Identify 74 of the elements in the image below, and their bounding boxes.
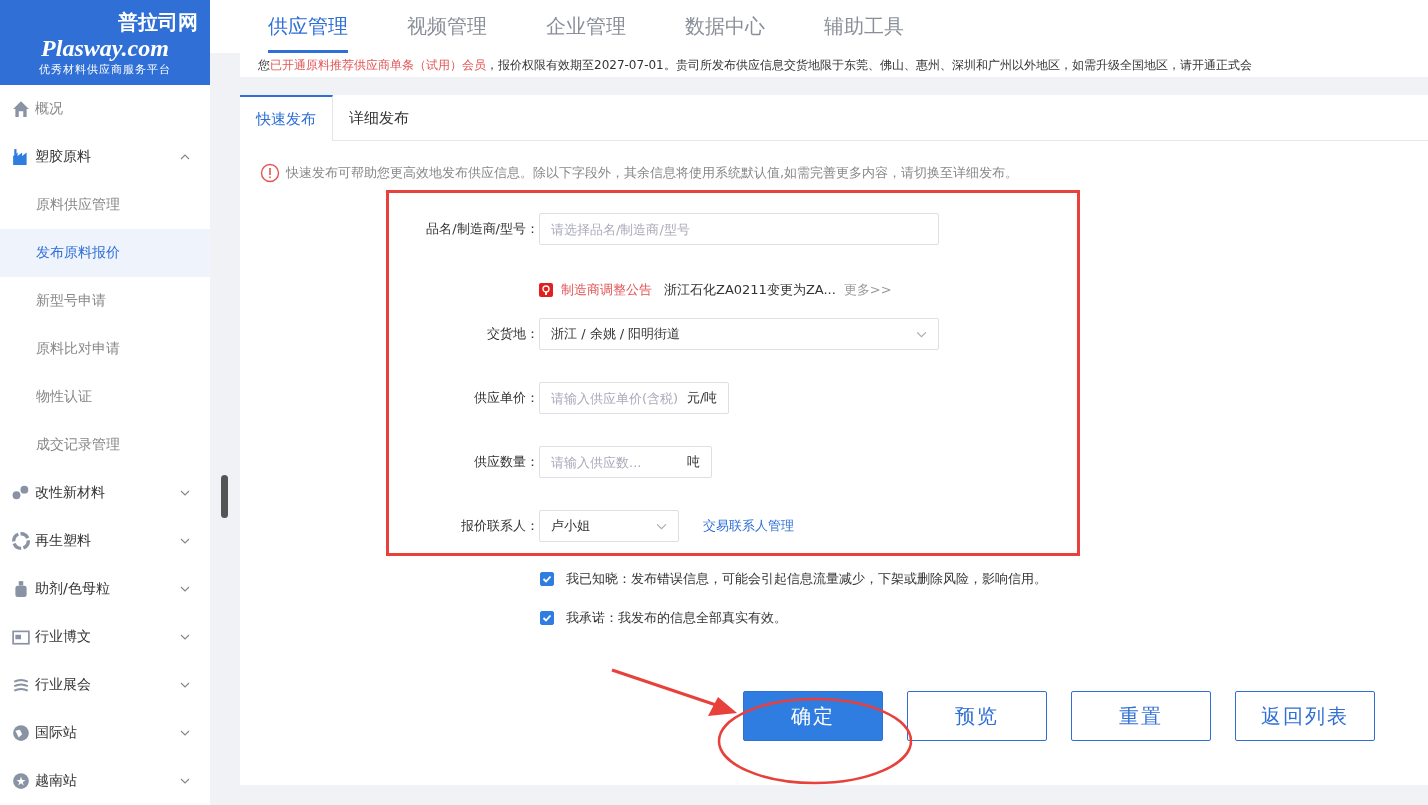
submenu-item[interactable]: 物性认证 [0,373,210,421]
chevron-icon [180,634,190,640]
check-icon [541,612,553,624]
contact-link[interactable]: 交易联系人管理 [703,510,794,542]
globe-icon [12,724,30,742]
announcement-text: 浙江石化ZA0211变更为ZA... [664,280,836,299]
molecule-icon [12,484,30,502]
sidebar-item[interactable]: 行业博文 [0,613,210,661]
submenu-item[interactable]: 发布原料报价 [0,229,210,277]
logo-name: 普拉司网 [118,8,198,36]
submenu-item[interactable]: 原料比对申请 [0,325,210,373]
membership-link[interactable]: 已开通原料推荐供应商单条（试用）会员 [270,58,486,72]
notice-banner: 您已开通原料推荐供应商单条（试用）会员，报价权限有效期至2027-07-01。贵司所发布供应信息交货地限于东莞、佛山、惠州、深圳和广州以外地区，如需升级全国地区，请开通正式会 [240,53,1428,77]
submenu-item[interactable]: 新型号申请 [0,277,210,325]
sidebar-item[interactable]: 助剂/色母粒 [0,565,210,613]
contact-select[interactable]: 卢小姐 [539,510,679,542]
sidebar-item[interactable]: 越南站 [0,757,210,805]
chevron-icon [180,586,190,592]
home-icon [12,100,30,118]
checkbox[interactable] [540,572,554,586]
submenu-item[interactable]: 原料供应管理 [0,181,210,229]
warning-icon [260,163,280,183]
recycle-icon [12,532,30,550]
chevron-icon [180,730,190,736]
action-button[interactable]: 预览 [907,691,1047,741]
news-icon [12,628,30,646]
action-button[interactable]: 重置 [1071,691,1211,741]
checkbox[interactable] [540,611,554,625]
nav-tab[interactable]: 辅助工具 [824,0,904,53]
unit-text: 吨 [687,453,700,471]
nav-tab[interactable]: 企业管理 [546,0,626,53]
announcement-link[interactable]: 制造商调整公告 [561,280,652,299]
agreement-text: 我承诺：我发布的信息全部真实有效。 [566,609,787,627]
agreement-text: 我已知晓：发布错误信息，可能会引起信息流量减少，下架或删除风险，影响信用。 [566,570,1047,588]
field-label: 交货地： [486,325,539,343]
number-field-frame[interactable]: 请输入供应单价(含税) 元/吨 [539,382,730,414]
action-button[interactable]: 确定 [743,691,883,741]
field-label: 供应单价： [473,389,539,407]
bulb-icon [539,282,553,297]
location-select[interactable]: 浙江 / 余姚 / 阳明街道 [539,318,939,350]
factory-icon [12,148,30,166]
dropdown-icon [656,522,667,530]
field-label: 报价联系人： [460,517,539,535]
chevron-icon [180,154,190,160]
unit-text: 元/吨 [687,389,718,407]
sidebar-item[interactable]: 再生塑料 [0,517,210,565]
submenu-item[interactable]: 成交记录管理 [0,421,210,469]
sidebar-item[interactable]: 国际站 [0,709,210,757]
dropdown-icon [916,330,927,338]
number-field-frame[interactable]: 请输入供应数... 吨 [539,446,712,478]
sidebar-item[interactable]: 塑胶原料 [0,133,210,181]
rings-icon [12,676,30,694]
sidebar-item[interactable]: 行业展会 [0,661,210,709]
chevron-icon [180,538,190,544]
check-icon [541,573,553,585]
chevron-icon [180,682,190,688]
sidebar-item[interactable]: 概况 [0,85,210,133]
product-field[interactable]: 请选择品名/制造商/型号 [539,213,939,245]
more-link[interactable]: 更多>> [843,280,892,299]
scrollbar-thumb[interactable] [221,475,228,518]
nav-tab[interactable]: 视频管理 [407,0,487,53]
hint-text: 快速发布可帮助您更高效地发布供应信息。除以下字段外，其余信息将使用系统默认值,如需完善更多内容，请切换至详细发布。 [286,164,1019,182]
chevron-icon [180,490,190,496]
bottle-icon [12,580,30,598]
sidebar-item[interactable]: 改性新材料 [0,469,210,517]
action-button[interactable]: 返回列表 [1235,691,1375,741]
chevron-icon [180,778,190,784]
form-tab[interactable]: 快速发布 [240,95,333,141]
field-label: 供应数量： [473,453,539,471]
nav-tab[interactable]: 数据中心 [685,0,765,53]
form-tab[interactable]: 详细发布 [333,95,425,140]
logo-slogan: 优秀材料供应商服务平台 [39,61,171,77]
field-label: 品名/制造商/型号： [425,220,539,238]
logo-domain: Plasway.com [41,35,169,60]
